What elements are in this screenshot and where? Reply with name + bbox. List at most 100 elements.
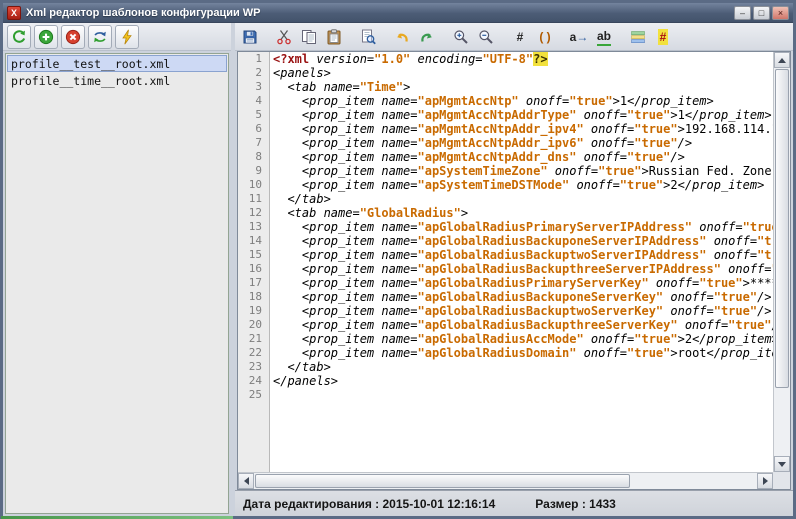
parens-button[interactable]: ( ) — [534, 26, 556, 48]
line-number: 7 — [238, 136, 269, 150]
code-line-text: <prop_item name="apGlobalRadiusBackupthr… — [269, 318, 773, 332]
line-number: 17 — [238, 276, 269, 290]
line-number: 9 — [238, 164, 269, 178]
paste-button[interactable] — [323, 26, 345, 48]
close-button[interactable]: × — [772, 6, 789, 20]
zoom-out-button[interactable] — [475, 26, 497, 48]
hash-red-button[interactable]: # — [652, 26, 674, 48]
editor-panel: # ( ) a→ab # 1<?xml version="1.0" encoding=… — [235, 23, 793, 516]
word-button[interactable]: ab — [593, 26, 615, 48]
minimize-button[interactable]: – — [734, 6, 751, 20]
code-line: 4 <prop_item name="apMgmtAccNtp" onoff="… — [238, 94, 773, 108]
save-button[interactable] — [239, 26, 261, 48]
code-line-text: <prop_item name="apMgmtAccNtpAddr_ipv6" … — [269, 136, 773, 150]
line-number: 22 — [238, 346, 269, 360]
line-number: 5 — [238, 108, 269, 122]
lightning-icon — [119, 29, 135, 45]
add-icon — [38, 29, 54, 45]
line-number: 25 — [238, 388, 269, 402]
paste-icon — [326, 29, 342, 45]
line-number: 1 — [238, 52, 269, 66]
window-body: profile__test__root.xmlprofile__time__ro… — [3, 23, 793, 516]
code-line-text: <prop_item name="apMgmtAccNtpAddr_ipv4" … — [269, 122, 773, 136]
zoom-in-icon — [453, 29, 469, 45]
code-line-text: <prop_item name="apSystemTimeZone" onoff… — [269, 164, 773, 178]
delete-icon — [65, 29, 81, 45]
code-line-text: <prop_item name="apMgmtAccNtp" onoff="tr… — [269, 94, 773, 108]
delete-button[interactable] — [61, 25, 85, 49]
scroll-down-arrow-icon[interactable] — [774, 456, 790, 472]
line-number: 12 — [238, 206, 269, 220]
sync-icon — [92, 29, 108, 45]
code-line-text: <tab name="Time"> — [269, 80, 773, 94]
find-next-button[interactable]: a→ — [568, 26, 590, 48]
sync-button[interactable] — [88, 25, 112, 49]
highlight-button[interactable] — [627, 26, 649, 48]
undo-button[interactable] — [391, 26, 413, 48]
line-number: 11 — [238, 192, 269, 206]
scrollbar-corner — [773, 472, 790, 489]
vertical-scroll-thumb[interactable] — [775, 69, 789, 388]
copy-icon — [301, 29, 317, 45]
line-number: 15 — [238, 248, 269, 262]
code-line: 3 <tab name="Time"> — [238, 80, 773, 94]
code-line: 13 <prop_item name="apGlobalRadiusPrimar… — [238, 220, 773, 234]
code-line: 10 <prop_item name="apSystemTimeDSTMode"… — [238, 178, 773, 192]
code-line-text: <prop_item name="apGlobalRadiusBackuptwo… — [269, 304, 773, 318]
scroll-right-arrow-icon[interactable] — [757, 473, 773, 489]
line-number: 24 — [238, 374, 269, 388]
code-line-text: <prop_item name="apGlobalRadiusAccMode" … — [269, 332, 773, 346]
code-line: 12 <tab name="GlobalRadius"> — [238, 206, 773, 220]
redo-button[interactable] — [416, 26, 438, 48]
hash-button[interactable]: # — [509, 26, 531, 48]
parens-icon: ( ) — [539, 29, 550, 45]
zoom-out-icon — [478, 29, 494, 45]
code-line-text: </tab> — [269, 192, 773, 206]
maximize-button[interactable]: □ — [753, 6, 770, 20]
add-button[interactable] — [34, 25, 58, 49]
cut-button[interactable] — [273, 26, 295, 48]
file-list-item[interactable]: profile__test__root.xml — [7, 55, 227, 72]
status-file-size: Размер : 1433 — [535, 497, 616, 511]
code-editor[interactable]: 1<?xml version="1.0" encoding="UTF-8"?> 2… — [238, 52, 773, 472]
refresh-button[interactable] — [7, 25, 31, 49]
validate-button[interactable] — [357, 26, 379, 48]
file-list-item[interactable]: profile__time__root.xml — [7, 72, 227, 89]
horizontal-scroll-thumb[interactable] — [255, 474, 630, 488]
code-line: 19 <prop_item name="apGlobalRadiusBackup… — [238, 304, 773, 318]
left-panel: profile__test__root.xmlprofile__time__ro… — [3, 23, 231, 516]
code-line-text: </panels> — [269, 374, 773, 388]
code-line: 20 <prop_item name="apGlobalRadiusBackup… — [238, 318, 773, 332]
code-line-text — [269, 388, 773, 402]
scroll-up-arrow-icon[interactable] — [774, 52, 790, 68]
redo-icon — [419, 29, 435, 45]
code-line-text: <prop_item name="apGlobalRadiusBackupone… — [269, 290, 773, 304]
horizontal-scrollbar[interactable] — [238, 472, 773, 489]
line-number: 21 — [238, 332, 269, 346]
app-icon-glyph: X — [11, 8, 17, 18]
code-line-text: <?xml version="1.0" encoding="UTF-8"?> — [269, 52, 773, 66]
code-line-text: <tab name="GlobalRadius"> — [269, 206, 773, 220]
highlight-icon — [630, 29, 646, 45]
lightning-button[interactable] — [115, 25, 139, 49]
code-line-text: <prop_item name="apGlobalRadiusDomain" o… — [269, 346, 773, 360]
copy-button[interactable] — [298, 26, 320, 48]
code-line-text: <prop_item name="apSystemTimeDSTMode" on… — [269, 178, 773, 192]
code-line: 23 </tab> — [238, 360, 773, 374]
code-line-text: <prop_item name="apGlobalRadiusBackuptwo… — [269, 248, 773, 262]
save-icon — [242, 29, 258, 45]
code-line: 24</panels> — [238, 374, 773, 388]
line-number: 19 — [238, 304, 269, 318]
scroll-left-arrow-icon[interactable] — [238, 473, 254, 489]
xml-editor: 1<?xml version="1.0" encoding="UTF-8"?> 2… — [237, 51, 791, 490]
file-list[interactable]: profile__test__root.xmlprofile__time__ro… — [5, 53, 229, 514]
code-line: 22 <prop_item name="apGlobalRadiusDomain… — [238, 346, 773, 360]
find-next-icon: a→ — [570, 29, 589, 45]
vertical-scrollbar[interactable] — [773, 52, 790, 472]
code-line: 8 <prop_item name="apMgmtAccNtpAddr_dns"… — [238, 150, 773, 164]
zoom-in-button[interactable] — [450, 26, 472, 48]
status-bar: Дата редактирования : 2015-10-01 12:16:1… — [235, 490, 793, 516]
code-line-text: </tab> — [269, 360, 773, 374]
code-line-text: <prop_item name="apGlobalRadiusBackupone… — [269, 234, 773, 248]
line-number: 18 — [238, 290, 269, 304]
